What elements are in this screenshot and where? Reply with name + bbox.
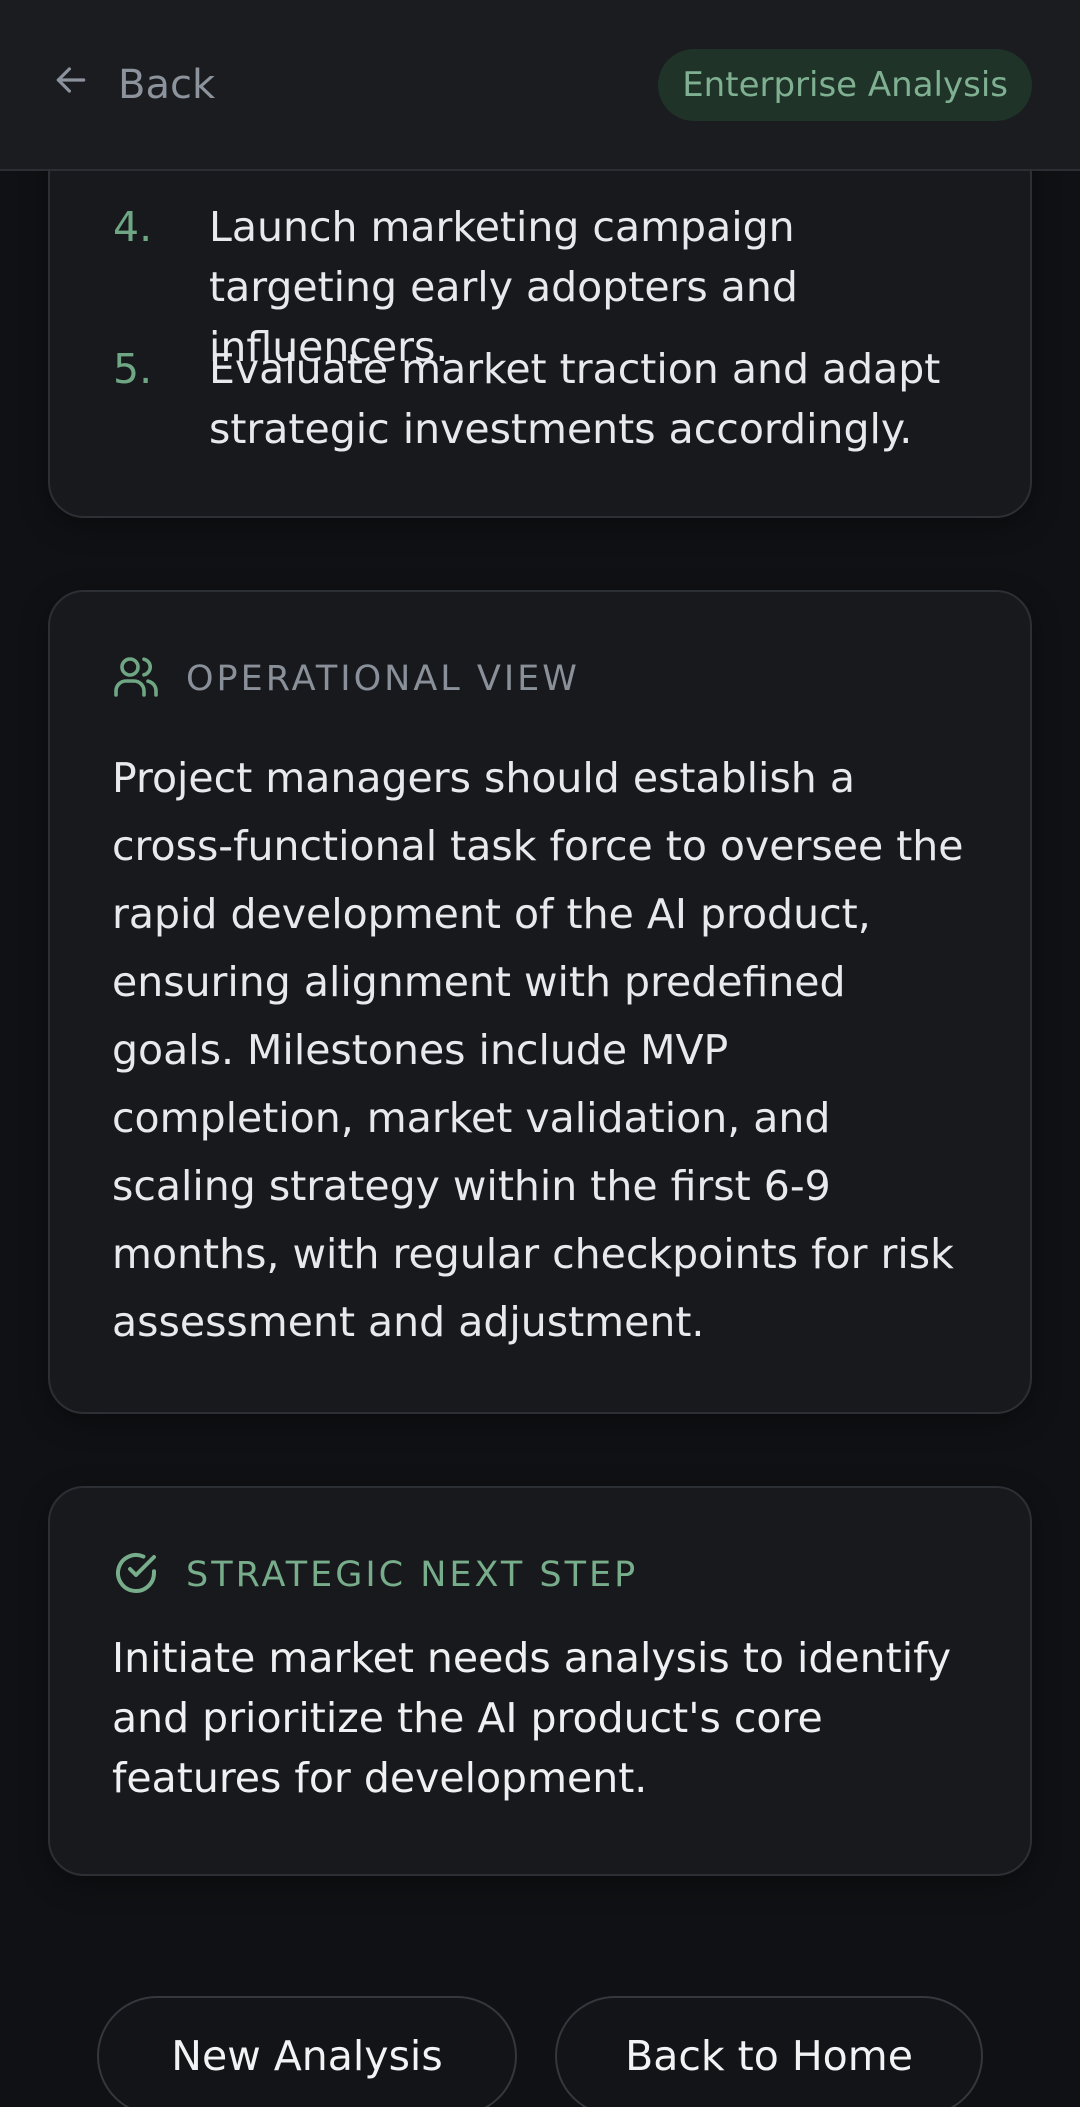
- strategic-next-step-card: STRATEGIC NEXT STEP Initiate market need…: [48, 1486, 1032, 1876]
- check-circle-icon: [112, 1549, 160, 1601]
- analysis-type-badge: Enterprise Analysis: [658, 49, 1032, 121]
- strategic-next-step-header: STRATEGIC NEXT STEP: [112, 1550, 638, 1600]
- operational-view-text: Project managers should establish a cros…: [112, 754, 964, 1346]
- analysis-results-page: 4. Launch marketing campaign targeting e…: [0, 0, 1080, 2107]
- strategic-next-step-text: Initiate market needs analysis to identi…: [112, 1634, 952, 1802]
- arrow-left-icon: [52, 61, 90, 109]
- back-button[interactable]: Back: [52, 52, 215, 118]
- new-analysis-button[interactable]: New Analysis: [97, 1996, 517, 2107]
- operational-view-header: OPERATIONAL VIEW: [112, 654, 580, 704]
- operational-view-card: OPERATIONAL VIEW Project managers should…: [48, 590, 1032, 1414]
- back-to-home-button[interactable]: Back to Home: [555, 1996, 983, 2107]
- step-text: Evaluate market traction and adapt strat…: [209, 345, 941, 453]
- action-step-5: 5. Evaluate market traction and adapt st…: [113, 339, 990, 459]
- section-title: STRATEGIC NEXT STEP: [186, 1555, 639, 1595]
- section-title: OPERATIONAL VIEW: [186, 659, 580, 699]
- step-number: 5.: [113, 345, 153, 393]
- top-header: Back Enterprise Analysis: [0, 0, 1080, 171]
- back-label: Back: [118, 62, 216, 108]
- users-icon: [112, 653, 160, 705]
